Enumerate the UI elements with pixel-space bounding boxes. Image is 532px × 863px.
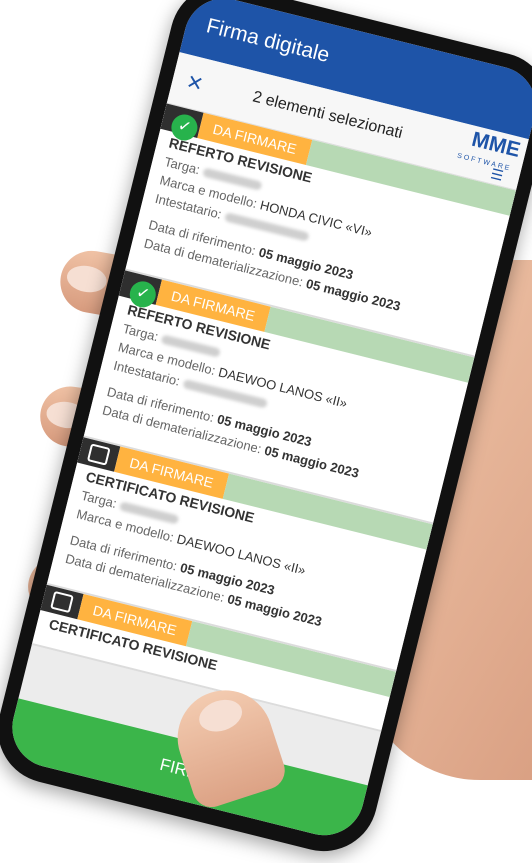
close-icon[interactable]: ✕ [184,69,223,101]
chat-icon [86,443,111,466]
chat-icon [50,590,74,614]
checklist-icon[interactable]: ☰ [489,165,505,185]
app-title: Firma digitale [204,14,332,68]
